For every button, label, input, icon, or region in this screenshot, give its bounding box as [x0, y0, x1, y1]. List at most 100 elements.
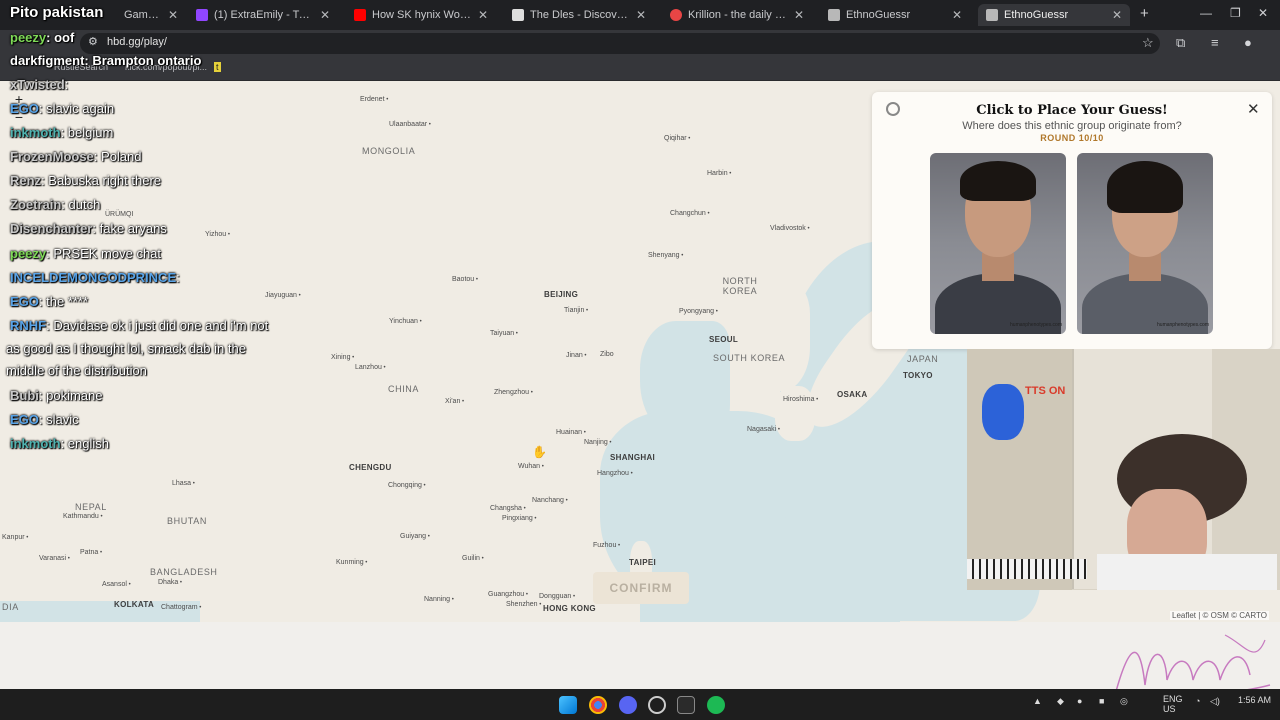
restore-icon[interactable]: ❐ [1230, 6, 1241, 20]
obs-icon[interactable] [648, 696, 666, 714]
chat-text: : pokimane [38, 388, 103, 403]
image-watermark: humanphenotypes.com [1157, 322, 1209, 328]
map-label: Huainan [556, 429, 586, 436]
map-label: Xining [331, 354, 354, 361]
start-menu-icon[interactable] [559, 696, 577, 714]
chat-username: xTwisted [10, 77, 65, 92]
wifi-icon[interactable]: ◔ [1195, 696, 1200, 706]
tray-app-icon[interactable]: ● [1077, 696, 1082, 706]
map-label: TOKYO [903, 371, 933, 380]
map-attribution[interactable]: Leaflet | © OSM © CARTO [1170, 611, 1269, 620]
tts-mascot-icon [982, 384, 1024, 440]
chat-text: : Poland [93, 149, 142, 164]
chat-message: Bubi: pokimane [10, 388, 102, 403]
map-label: Harbin [707, 170, 731, 177]
piano-keys [967, 559, 1087, 579]
terminal-icon[interactable] [677, 696, 695, 714]
tab-twitch[interactable]: (1) ExtraEmily - Twitch ✕ [188, 4, 338, 26]
map-label: Chattogram [161, 604, 201, 611]
guess-card: Click to Place Your Guess! Where does th… [872, 92, 1272, 349]
map-label: Dhaka [158, 579, 182, 586]
chat-text: middle of the distribution [6, 363, 147, 378]
chat-username: darkfigment [10, 53, 85, 68]
tray-app-icon[interactable]: ◆ [1057, 696, 1064, 707]
tab-youtube[interactable]: How SK hynix Won the AI Mem ✕ [346, 4, 496, 26]
chat-username: Bubi [10, 388, 39, 403]
url-text[interactable]: hbd.gg/play/ [107, 36, 167, 48]
chat-text: : dutch [61, 197, 101, 212]
spotify-icon[interactable] [707, 696, 725, 714]
tab-close-icon[interactable]: ✕ [1112, 8, 1122, 22]
tab-close-icon[interactable]: ✕ [952, 8, 962, 22]
chrome-icon[interactable] [589, 696, 607, 714]
face-hair [1107, 161, 1183, 213]
omnibox[interactable] [80, 33, 1160, 54]
map-label: MONGOLIA [362, 146, 416, 156]
close-window-icon[interactable]: ✕ [1258, 6, 1268, 20]
chat-text: : PRSEK move chat [46, 246, 162, 261]
tab-ethnoguessr-1[interactable]: EthnoGuessr ✕ [820, 4, 970, 26]
chat-username: INCELDEMONGODPRINCE [10, 270, 177, 285]
chat-message: EGO: the **** [10, 294, 88, 309]
tab-close-icon[interactable]: ✕ [636, 8, 646, 22]
map-label: Erdenet [360, 96, 388, 103]
map-label: Taiyuan [490, 330, 518, 337]
chat-username: EGO [10, 412, 39, 427]
confirm-button[interactable]: CONFIRM [593, 572, 689, 604]
face-hair [960, 161, 1036, 201]
tab-close-icon[interactable]: ✕ [320, 8, 330, 22]
map-label: Lanzhou [355, 364, 386, 371]
bookmark-t[interactable]: t [214, 62, 221, 72]
chat-text: : [176, 270, 180, 285]
close-card-icon[interactable]: ✕ [1247, 100, 1260, 118]
tray-app-icon[interactable]: ■ [1099, 696, 1104, 706]
chat-text: : slavic [38, 412, 79, 427]
chat-text: as good as I thought lol, smack dab in t… [6, 341, 246, 356]
bookmark-star-icon[interactable]: ☆ [1142, 35, 1154, 51]
site-info-icon[interactable]: ⚙ [88, 35, 98, 48]
twitch-icon [196, 9, 208, 21]
tab-dles[interactable]: The Dles - Discover 700+ Free ✕ [504, 4, 654, 26]
map-label: Changsha [490, 505, 526, 512]
map-label: Vladivostok [770, 225, 810, 232]
map-label: Tianjin [564, 307, 588, 314]
language-indicator[interactable]: ENG US [1163, 694, 1183, 714]
volume-icon[interactable]: ◁) [1210, 696, 1220, 707]
map-label: Shenzhen [506, 601, 541, 608]
chat-message: EGO: slavic again [10, 101, 114, 116]
youtube-icon [354, 9, 366, 21]
profile-icon[interactable]: ● [1244, 35, 1252, 50]
tab-games[interactable]: Games fro ✕ [116, 4, 186, 26]
map-label: Pingxiang [502, 515, 537, 522]
tab-ethnoguessr-active[interactable]: EthnoGuessr ✕ [978, 4, 1130, 26]
minimize-icon[interactable]: — [1200, 6, 1212, 20]
map-label: DIA [2, 602, 19, 612]
map-label: Guangzhou [488, 591, 528, 598]
map-label: Wuhan [518, 463, 544, 470]
round-counter: ROUND 10/10 [1040, 133, 1104, 143]
media-icon[interactable]: ≡ [1211, 35, 1219, 50]
tab-close-icon[interactable]: ✕ [168, 8, 178, 22]
chat-username: inkmoth [10, 436, 61, 451]
map-label: BEIJING [544, 290, 579, 299]
map-label: Jinan [566, 352, 587, 359]
discord-icon[interactable] [619, 696, 637, 714]
map-label: SHANGHAI [610, 453, 656, 462]
new-tab-icon[interactable]: + [1140, 5, 1149, 22]
male-face-image: humanphenotypes.com [930, 153, 1066, 334]
map-label: Baotou [452, 276, 478, 283]
webcam-overlay: TTS ON [967, 349, 1280, 590]
extensions-icon[interactable]: ⧉ [1176, 35, 1185, 51]
tray-chevron-icon[interactable]: ▲ [1033, 696, 1042, 706]
map-label: Pyongyang [679, 308, 718, 315]
chat-message: RNHF: Davidase ok i just did one and i'm… [10, 318, 268, 333]
tab-close-icon[interactable]: ✕ [478, 8, 488, 22]
tab-close-icon[interactable]: ✕ [794, 8, 804, 22]
clock[interactable]: 1:56 AM [1238, 695, 1271, 705]
tab-krillion[interactable]: Krillion - the daily dive ✕ [662, 4, 812, 26]
map-label: Hangzhou [597, 470, 633, 477]
image-watermark: humanphenotypes.com [1010, 322, 1062, 328]
chat-text: : oof [46, 30, 75, 45]
tray-app-icon[interactable]: ◎ [1120, 696, 1128, 707]
chat-username: RNHF [10, 318, 47, 333]
